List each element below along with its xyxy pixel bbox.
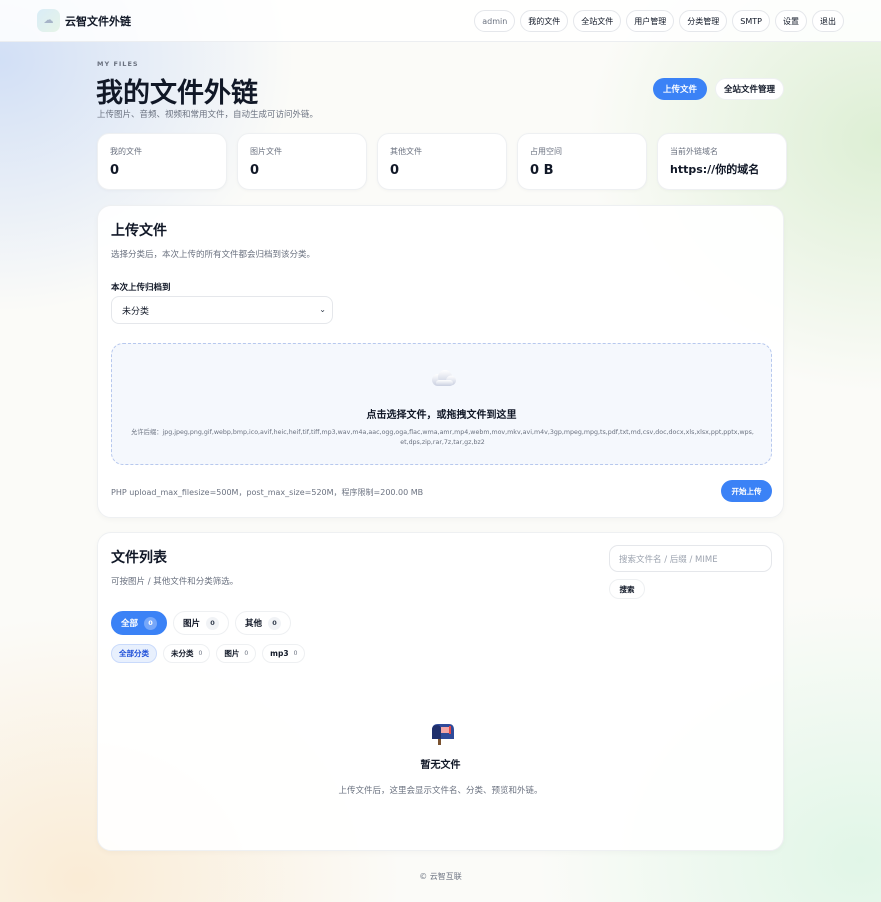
stats-row: 我的文件 0 图片文件 0 其他文件 0 占用空间 0 B 当前外链域名 htt… <box>97 133 787 190</box>
stat-label: 我的文件 <box>110 147 142 156</box>
all-files-manage-button[interactable]: 全站文件管理 <box>714 78 784 100</box>
nav-menu: admin 我的文件 全站文件 用户管理 分类管理 SMTP 设置 退出 <box>474 10 844 32</box>
mailbox-icon <box>432 724 454 745</box>
chevron-down-icon: ⌄ <box>319 305 326 314</box>
footer-copyright: © 云智互联 <box>419 872 462 881</box>
stat-card-storage-used: 占用空间 0 B <box>517 133 647 190</box>
category-tab-images[interactable]: 图片 0 <box>216 644 257 663</box>
nav-smtp[interactable]: SMTP <box>732 10 770 32</box>
stat-card-link-domain: 当前外链域名 https://你的域名 <box>657 133 787 190</box>
allowed-types: 允许后缀：jpg,jpeg,png,gif,webp,bmp,ico,avif,… <box>131 429 754 446</box>
category-tab-count: 0 <box>244 650 249 657</box>
tab-images[interactable]: 图片 0 <box>173 611 230 635</box>
category-tab-uncategorized[interactable]: 未分类 0 <box>163 644 211 663</box>
nav-user-admin[interactable]: admin <box>474 10 516 32</box>
category-label: 本次上传归档到 <box>111 283 171 293</box>
file-list-title: 文件列表 <box>111 550 167 566</box>
stat-label: 当前外链域名 <box>670 147 718 156</box>
tab-count: 0 <box>206 616 220 630</box>
stat-card-my-files: 我的文件 0 <box>97 133 227 190</box>
page-subtitle: 上传图片、音频、视频和常用文件，自动生成可访问外链。 <box>97 110 319 120</box>
stat-value: 0 <box>390 163 400 178</box>
tab-label: 图片 <box>183 619 201 629</box>
category-select[interactable]: 未分类 ⌄ <box>111 296 333 324</box>
cloud-logo-icon: ☁ <box>37 9 60 32</box>
category-select-value: 未分类 <box>122 306 150 317</box>
brand[interactable]: ☁ 云智文件外链 <box>37 9 131 32</box>
stat-value: https://你的域名 <box>670 163 760 176</box>
tab-label: 全部 <box>121 619 139 629</box>
empty-state-subtitle: 上传文件后，这里会显示文件名、分类、预览和外链。 <box>338 786 543 796</box>
tab-count: 0 <box>268 616 282 630</box>
tab-count: 0 <box>144 616 158 630</box>
category-tab-label: mp3 <box>270 649 289 658</box>
nav-all-files[interactable]: 全站文件 <box>573 10 622 32</box>
header-actions: 上传文件 全站文件管理 <box>652 78 784 100</box>
type-filter-tabs: 全部 0 图片 0 其他 0 <box>111 611 292 635</box>
search-input[interactable]: 搜索文件名 / 后缀 / MIME <box>609 545 772 572</box>
stat-value: 0 <box>250 163 260 178</box>
file-dropzone[interactable]: 点击选择文件，或拖拽文件到这里 允许后缀：jpg,jpeg,png,gif,we… <box>111 343 772 465</box>
category-tab-label: 全部分类 <box>119 649 149 658</box>
nav-category-management[interactable]: 分类管理 <box>679 10 728 32</box>
start-upload-button[interactable]: 开始上传 <box>721 480 772 502</box>
category-tab-label: 未分类 <box>171 649 194 658</box>
category-tab-mp3[interactable]: mp3 0 <box>262 644 306 663</box>
stat-value: 0 B <box>530 163 554 178</box>
tab-label: 其他 <box>245 619 263 629</box>
nav-logout[interactable]: 退出 <box>812 10 844 32</box>
search-button[interactable]: 搜索 <box>609 579 645 599</box>
stat-label: 其他文件 <box>390 147 422 156</box>
brand-name: 云智文件外链 <box>65 14 131 28</box>
upload-file-button[interactable]: 上传文件 <box>652 78 707 100</box>
tab-all[interactable]: 全部 0 <box>111 611 168 635</box>
upload-title: 上传文件 <box>111 223 167 239</box>
file-list-panel: 文件列表 可按图片 / 其他文件和分类筛选。 搜索文件名 / 后缀 / MIME… <box>97 532 784 851</box>
tab-other[interactable]: 其他 0 <box>235 611 292 635</box>
category-tab-label: 图片 <box>224 649 240 658</box>
stat-value: 0 <box>110 163 120 178</box>
stat-card-image-files: 图片文件 0 <box>237 133 367 190</box>
file-list-subtitle: 可按图片 / 其他文件和分类筛选。 <box>111 577 239 587</box>
cloud-icon <box>432 370 456 386</box>
stat-label: 图片文件 <box>250 147 282 156</box>
top-navbar: ☁ 云智文件外链 admin 我的文件 全站文件 用户管理 分类管理 SMTP … <box>0 0 881 42</box>
category-filter-tabs: 全部分类 未分类 0 图片 0 mp3 0 <box>111 644 306 663</box>
upload-subtitle: 选择分类后，本次上传的所有文件都会归档到该分类。 <box>111 250 316 260</box>
upload-panel: 上传文件 选择分类后，本次上传的所有文件都会归档到该分类。 本次上传归档到 未分… <box>97 205 784 518</box>
page-title: 我的文件外链 <box>96 78 258 109</box>
stat-label: 占用空间 <box>530 147 562 156</box>
nav-my-files[interactable]: 我的文件 <box>520 10 569 32</box>
category-tab-count: 0 <box>293 650 298 657</box>
category-tab-all[interactable]: 全部分类 <box>111 644 157 663</box>
page-eyebrow: MY FILES <box>97 60 139 68</box>
nav-user-management[interactable]: 用户管理 <box>626 10 675 32</box>
nav-settings[interactable]: 设置 <box>775 10 807 32</box>
upload-limits: PHP upload_max_filesize=500M，post_max_si… <box>111 488 424 497</box>
category-tab-count: 0 <box>198 650 203 657</box>
empty-state-title: 暂无文件 <box>420 760 461 771</box>
dropzone-title: 点击选择文件，或拖拽文件到这里 <box>366 410 517 421</box>
stat-card-other-files: 其他文件 0 <box>377 133 507 190</box>
